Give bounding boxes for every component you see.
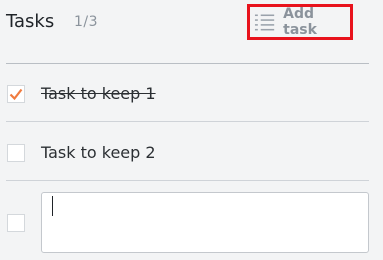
task-1-checkbox[interactable]: [7, 85, 25, 103]
task-2-checkbox[interactable]: [7, 144, 25, 162]
row-divider: [6, 121, 369, 122]
tasks-panel: Tasks 1/3 Add task Task to keep 1 Task t…: [0, 0, 383, 260]
checkmark-icon: [9, 88, 23, 101]
add-task-label: Add task: [283, 6, 317, 38]
task-count: 1/3: [74, 14, 99, 30]
task-1-label[interactable]: Task to keep 1: [41, 84, 156, 103]
row-divider: [6, 180, 369, 181]
header-divider: [6, 63, 369, 64]
new-task-input[interactable]: [41, 192, 369, 253]
list-icon: [254, 14, 275, 31]
task-2-label[interactable]: Task to keep 2: [41, 143, 156, 162]
text-cursor: [52, 196, 53, 216]
panel-title: Tasks: [6, 11, 55, 32]
new-task-checkbox[interactable]: [7, 214, 25, 232]
add-task-button[interactable]: Add task: [247, 4, 353, 40]
